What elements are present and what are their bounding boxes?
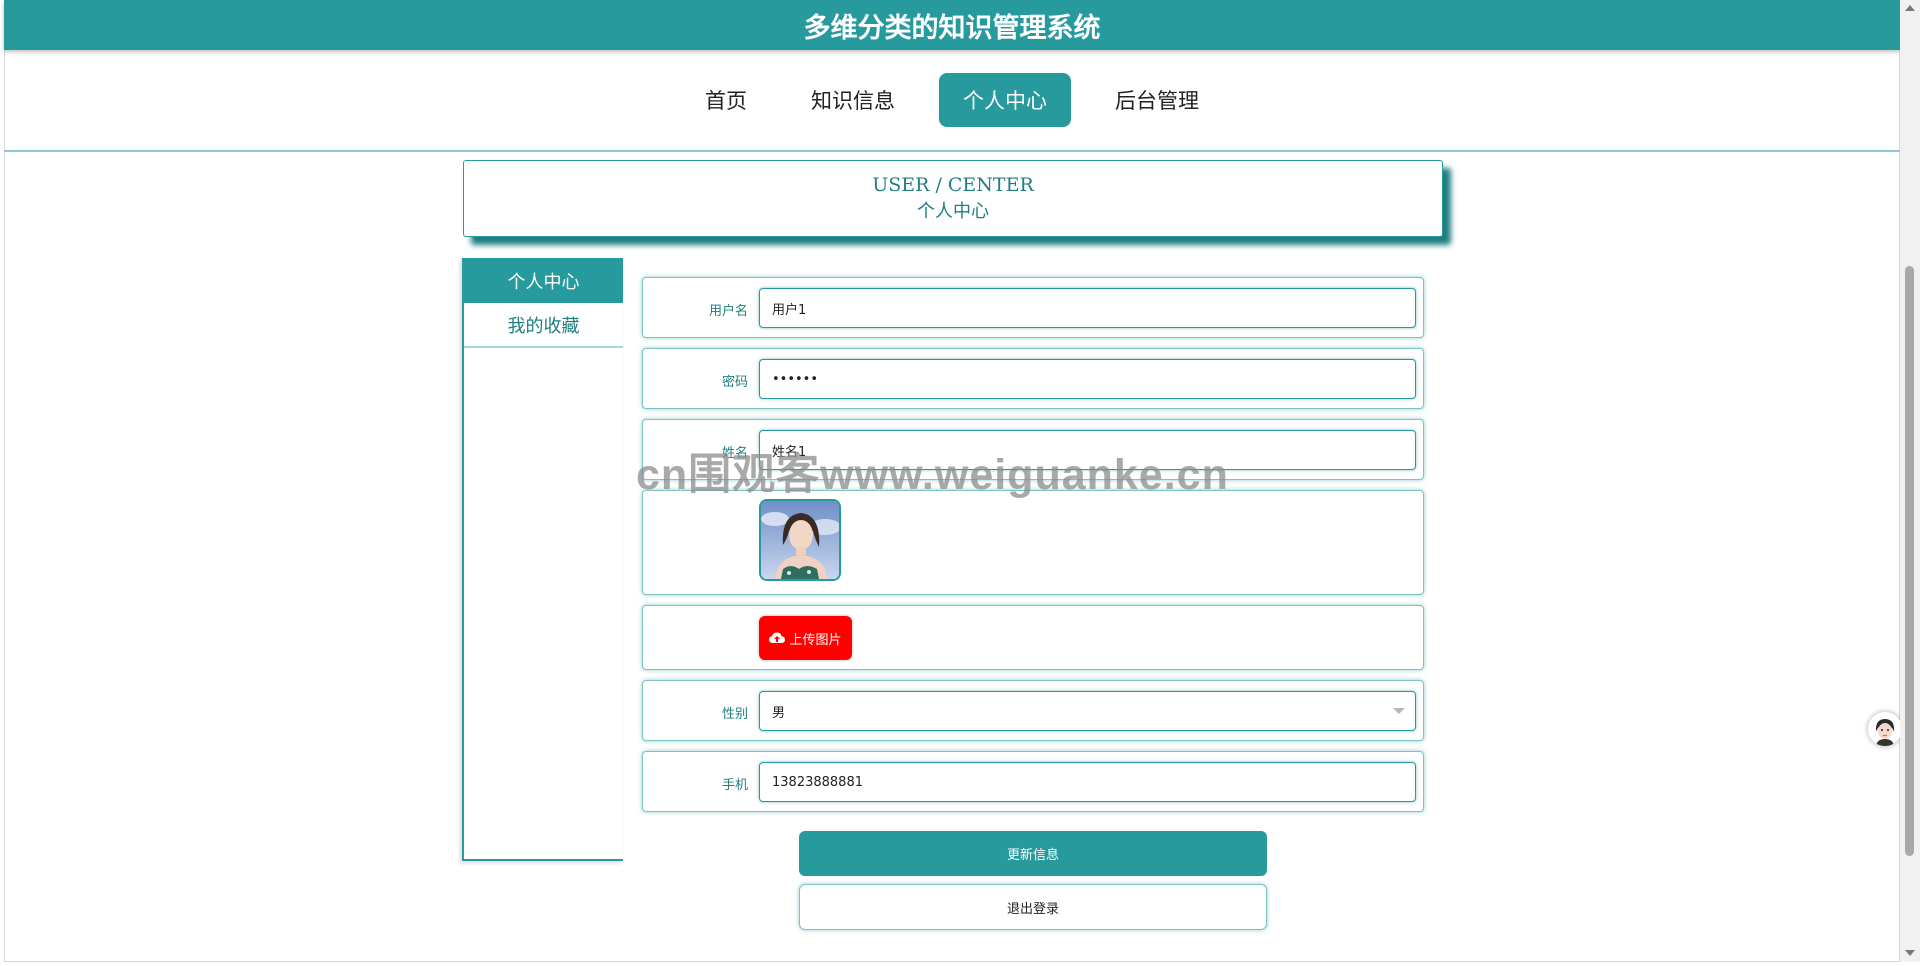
nav-knowledge[interactable]: 知识信息 bbox=[791, 73, 915, 127]
sidebar: 个人中心 我的收藏 bbox=[462, 258, 623, 861]
scrollbar-thumb[interactable] bbox=[1905, 266, 1914, 856]
chat-assistant-icon[interactable] bbox=[1868, 712, 1902, 746]
phone-label: 手机 bbox=[721, 778, 748, 793]
update-info-button[interactable]: 更新信息 bbox=[799, 831, 1267, 876]
password-label: 密码 bbox=[721, 375, 748, 390]
vertical-scrollbar[interactable] bbox=[1900, 0, 1920, 962]
form-row-upload: 上传图片 bbox=[642, 605, 1424, 670]
nav-home[interactable]: 首页 bbox=[685, 73, 767, 127]
upload-button-label: 上传图片 bbox=[789, 632, 842, 648]
username-input[interactable]: 用户1 bbox=[759, 288, 1416, 328]
page-banner: USER / CENTER 个人中心 bbox=[463, 160, 1443, 237]
form-row-phone: 手机 13823888881 bbox=[642, 751, 1424, 812]
scroll-up-arrow-icon[interactable] bbox=[1905, 5, 1915, 11]
banner-title-cn: 个人中心 bbox=[917, 201, 989, 222]
avatar-photo-icon bbox=[761, 501, 839, 579]
nav-divider bbox=[4, 150, 1900, 152]
upload-image-button[interactable]: 上传图片 bbox=[759, 616, 852, 660]
gender-select[interactable]: 男 bbox=[759, 691, 1416, 731]
assistant-face-icon bbox=[1868, 712, 1902, 746]
cloud-upload-icon bbox=[769, 632, 786, 643]
logout-button[interactable]: 退出登录 bbox=[799, 884, 1267, 930]
nav-admin[interactable]: 后台管理 bbox=[1095, 73, 1219, 127]
phone-input[interactable]: 13823888881 bbox=[759, 762, 1416, 802]
watermark-text: cn围观客www.weiguanke.cn bbox=[636, 451, 1229, 499]
form-row-gender: 性别 男 bbox=[642, 680, 1424, 741]
gender-value: 男 bbox=[772, 705, 786, 721]
gender-label: 性别 bbox=[721, 707, 748, 722]
app-title-bar: 多维分类的知识管理系统 bbox=[4, 0, 1900, 50]
username-label: 用户名 bbox=[708, 304, 748, 319]
form-row-username: 用户名 用户1 bbox=[642, 277, 1424, 338]
form-row-avatar bbox=[642, 490, 1424, 595]
sidebar-item-user-center[interactable]: 个人中心 bbox=[464, 258, 623, 303]
banner-title-en: USER / CENTER bbox=[872, 174, 1034, 196]
sidebar-item-favorites[interactable]: 我的收藏 bbox=[464, 303, 623, 348]
password-input[interactable]: •••••• bbox=[759, 359, 1416, 399]
top-nav: 首页 知识信息 个人中心 后台管理 bbox=[4, 50, 1900, 150]
avatar-image[interactable] bbox=[759, 499, 841, 581]
app-title: 多维分类的知识管理系统 bbox=[803, 12, 1101, 44]
chevron-down-icon bbox=[1393, 708, 1405, 714]
nav-user-center[interactable]: 个人中心 bbox=[939, 73, 1071, 127]
scroll-down-arrow-icon[interactable] bbox=[1905, 950, 1915, 956]
form-row-password: 密码 •••••• bbox=[642, 348, 1424, 409]
